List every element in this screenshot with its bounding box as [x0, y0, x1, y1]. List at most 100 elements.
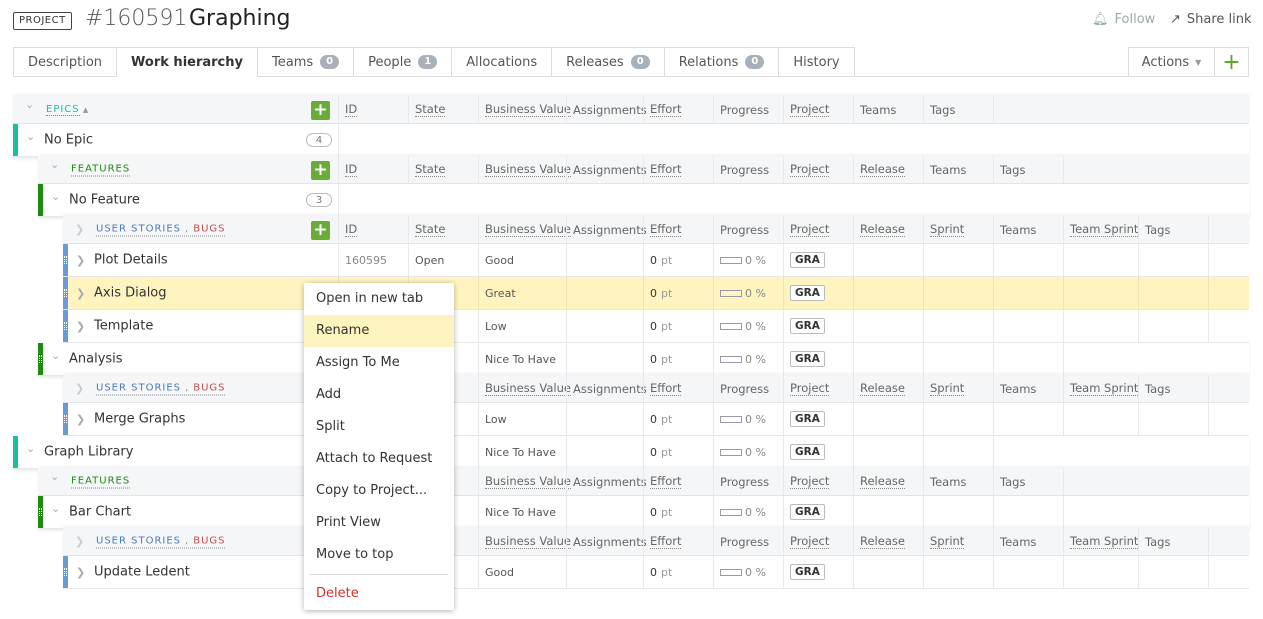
chevron-right-icon[interactable]: ❯	[76, 413, 85, 426]
chevron-down-icon[interactable]: ⌄	[51, 502, 60, 515]
column-header-effort[interactable]: Effort	[643, 216, 713, 243]
story-row[interactable]: ❯ Update Ledent Good 0 pt 0 % GRA	[63, 556, 1249, 589]
column-header-effort[interactable]: Effort	[643, 375, 713, 402]
column-header-state[interactable]: State	[408, 216, 478, 243]
chevron-down-icon[interactable]: ⌄	[51, 190, 60, 203]
feature-level-label[interactable]: FEATURES	[71, 163, 131, 176]
business-value[interactable]: Great	[485, 287, 516, 300]
business-value[interactable]: Nice To Have	[485, 506, 556, 519]
column-header-sprint[interactable]: Sprint	[923, 528, 993, 555]
chevron-down-icon[interactable]: ⌄	[26, 130, 35, 143]
epic-level-label[interactable]: EPICS ▲	[46, 103, 89, 116]
state-value[interactable]: Open	[415, 254, 444, 267]
drag-handle[interactable]	[39, 508, 42, 516]
business-value[interactable]: Nice To Have	[485, 446, 556, 459]
effort-value[interactable]: 0	[650, 254, 657, 267]
column-header-id[interactable]: ID	[338, 96, 408, 123]
column-header-tags[interactable]: Tags	[1138, 375, 1208, 402]
column-header-effort[interactable]: Effort	[643, 528, 713, 555]
item-title[interactable]: Axis Dialog	[94, 286, 167, 301]
effort-value[interactable]: 0	[650, 446, 657, 459]
column-header-progress[interactable]: Progress	[713, 375, 783, 402]
tab-releases[interactable]: Releases 0	[551, 47, 664, 77]
story-row[interactable]: ❯ Merge Graphs Low 0 pt 0 % GRA	[63, 403, 1249, 436]
add-item-button[interactable]: +	[311, 100, 330, 120]
story-level-label[interactable]: USER STORIES, BUGS	[96, 223, 226, 236]
item-title[interactable]: No Feature	[69, 193, 140, 208]
drag-handle[interactable]	[39, 355, 42, 363]
column-header-sprint[interactable]: Sprint	[923, 375, 993, 402]
column-header-tags[interactable]: Tags	[923, 96, 993, 123]
column-header-teams[interactable]: Teams	[923, 468, 993, 495]
id-value[interactable]: 160595	[345, 254, 387, 267]
column-header-assignments[interactable]: Assignments	[566, 96, 647, 123]
chevron-down-icon[interactable]: ⌄	[25, 98, 34, 111]
column-header-assignments[interactable]: Assignments	[566, 216, 647, 243]
feature-row[interactable]: ⌄ Bar Chart Nice To Have 0 pt 0 % GRA	[38, 496, 1249, 529]
column-header-business-value[interactable]: Business Value	[478, 375, 571, 402]
menu-item-attach-to-request[interactable]: Attach to Request	[304, 443, 454, 475]
column-header-release[interactable]: Release	[853, 156, 923, 183]
feature-row[interactable]: ⌄ No Feature 3	[38, 184, 1249, 217]
story-level-label[interactable]: USER STORIES, BUGS	[96, 535, 226, 548]
tab-work-hierarchy[interactable]: Work hierarchy	[116, 47, 257, 77]
column-header-tags[interactable]: Tags	[993, 156, 1063, 183]
column-header-release[interactable]: Release	[853, 375, 923, 402]
column-header-business-value[interactable]: Business Value	[478, 216, 571, 243]
column-header-effort[interactable]: Effort	[643, 96, 713, 123]
effort-value[interactable]: 0	[650, 320, 657, 333]
chevron-down-icon[interactable]: ⌄	[51, 349, 60, 362]
item-title[interactable]: Bar Chart	[69, 505, 131, 520]
chevron-right-icon[interactable]: ❯	[76, 566, 85, 579]
project-badge[interactable]: GRA	[790, 318, 825, 334]
project-title[interactable]: Graphing	[189, 6, 291, 31]
column-header-project[interactable]: Project	[783, 216, 853, 243]
actions-dropdown[interactable]: Actions ▼	[1128, 47, 1215, 77]
column-header-business-value[interactable]: Business Value	[478, 528, 571, 555]
column-header-effort[interactable]: Effort	[643, 468, 713, 495]
tab-teams[interactable]: Teams 0	[257, 47, 354, 77]
effort-value[interactable]: 0	[650, 287, 657, 300]
item-title[interactable]: Analysis	[69, 352, 123, 367]
column-header-sprint[interactable]: Sprint	[923, 216, 993, 243]
column-header-progress[interactable]: Progress	[713, 96, 783, 123]
drag-handle[interactable]	[64, 322, 67, 330]
column-header-teams[interactable]: Teams	[993, 528, 1063, 555]
effort-value[interactable]: 0	[650, 413, 657, 426]
effort-value[interactable]: 0	[650, 353, 657, 366]
column-header-id[interactable]: ID	[338, 216, 408, 243]
column-header-teams[interactable]: Teams	[853, 96, 923, 123]
business-value[interactable]: Low	[485, 320, 507, 333]
business-value[interactable]: Good	[485, 566, 514, 579]
drag-handle[interactable]	[64, 415, 67, 423]
project-badge[interactable]: GRA	[790, 252, 825, 268]
epic-row[interactable]: ⌄ Graph Library Nice To Have 0 pt 0 % GRA	[13, 436, 1249, 469]
column-header-project[interactable]: Project	[783, 156, 853, 183]
item-title[interactable]: Graph Library	[44, 445, 133, 460]
story-row[interactable]: ❯ Template Low 0 pt 0 % GRA	[63, 310, 1249, 343]
item-title[interactable]: Plot Details	[94, 253, 168, 268]
chevron-down-icon[interactable]: ❯	[75, 535, 84, 548]
item-title[interactable]: No Epic	[44, 133, 93, 148]
project-badge[interactable]: GRA	[790, 444, 825, 460]
column-header-id[interactable]: ID	[338, 156, 408, 183]
share-link-button[interactable]: ↗ Share link	[1170, 12, 1252, 27]
column-header-assignments[interactable]: Assignments	[566, 156, 647, 183]
column-header-teams[interactable]: Teams	[923, 156, 993, 183]
story-row[interactable]: ❯ Plot Details 160595 Open Good 0 pt 0 % GRA	[63, 244, 1249, 277]
column-header-business-value[interactable]: Business Value	[478, 468, 571, 495]
follow-button[interactable]: 🔔︎ Follow	[1092, 12, 1155, 27]
project-badge[interactable]: GRA	[790, 411, 825, 427]
menu-item-print-view[interactable]: Print View	[304, 507, 454, 539]
tab-relations[interactable]: Relations 0	[663, 47, 779, 77]
tab-allocations[interactable]: Allocations	[451, 47, 552, 77]
feature-level-label[interactable]: FEATURES	[71, 475, 131, 488]
column-header-team-sprint[interactable]: Team Sprint	[1063, 528, 1139, 555]
epic-row[interactable]: ⌄ No Epic 4	[13, 124, 1249, 157]
column-header-project[interactable]: Project	[783, 96, 853, 123]
drag-handle[interactable]	[64, 568, 67, 576]
column-header-team-sprint[interactable]: Team Sprint	[1063, 375, 1139, 402]
project-badge[interactable]: GRA	[790, 351, 825, 367]
project-badge[interactable]: GRA	[790, 285, 825, 301]
column-header-state[interactable]: State	[408, 156, 478, 183]
